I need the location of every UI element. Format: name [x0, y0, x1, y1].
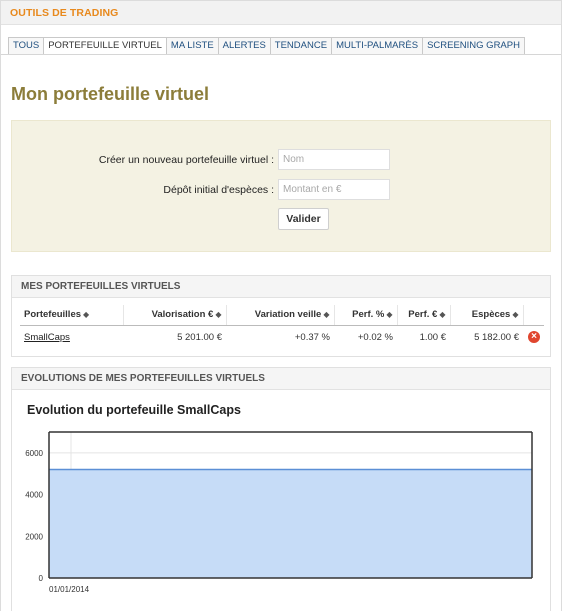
sort-arrows-icon[interactable]: ◆ — [386, 310, 392, 319]
cell-perf-pct: +0.02 % — [357, 331, 393, 343]
evolution-chart: 0 2000 4000 6000 01/01/2014 — [25, 431, 533, 594]
widget-header: OUTILS DE TRADING — [1, 1, 561, 25]
y-tick-label: 4000 — [25, 491, 43, 500]
create-portfolio-form: Créer un nouveau portefeuille virtuel : … — [11, 120, 551, 252]
sort-arrows-icon[interactable]: ◆ — [83, 310, 89, 319]
cell-variation-veille: +0.37 % — [294, 331, 330, 343]
column-header-perf-eur[interactable]: Perf. € ◆ — [397, 305, 451, 326]
portfolios-table: Portefeuilles ◆ Valorisation € ◆ Variation… — [20, 305, 544, 349]
evolution-section-title: EVOLUTIONS DE MES PORTEFEUILLES VIRTUELS — [12, 368, 550, 390]
table-header-row: Portefeuilles ◆ Valorisation € ◆ Variation… — [20, 305, 544, 326]
column-header-actions — [523, 305, 544, 326]
y-tick-label: 0 — [39, 574, 44, 583]
evolution-section: EVOLUTIONS DE MES PORTEFEUILLES VIRTUELS… — [11, 367, 551, 611]
column-header-portefeuilles[interactable]: Portefeuilles ◆ — [20, 305, 124, 326]
column-header-variation-veille[interactable]: Variation veille ◆ — [226, 305, 335, 326]
page-title: Mon portefeuille virtuel — [11, 84, 210, 104]
tab-tous[interactable]: TOUS — [8, 37, 44, 55]
portfolios-section-title: MES PORTEFEUILLES VIRTUELS — [12, 276, 550, 298]
tab-screening-graph[interactable]: SCREENING GRAPH — [422, 37, 525, 55]
cell-especes: 5 182.00 € — [474, 331, 519, 343]
sort-arrows-icon[interactable]: ◆ — [439, 310, 445, 319]
cell-valorisation: 5 201.00 € — [177, 331, 222, 343]
tab-divider — [1, 54, 561, 55]
portfolios-section: MES PORTEFEUILLES VIRTUELS Portefeuilles… — [11, 275, 551, 357]
y-tick-label: 6000 — [25, 449, 43, 458]
chart-title: Evolution du portefeuille SmallCaps — [27, 403, 241, 417]
column-header-perf-pct[interactable]: Perf. % ◆ — [334, 305, 398, 326]
sort-arrows-icon[interactable]: ◆ — [215, 310, 221, 319]
tab-bar: TOUS PORTEFEUILLE VIRTUEL MA LISTE ALERT… — [8, 37, 525, 55]
tab-multi-palmares[interactable]: MULTI-PALMARÈS — [331, 37, 423, 55]
tab-portefeuille-virtuel[interactable]: PORTEFEUILLE VIRTUEL — [43, 37, 166, 55]
delete-icon[interactable]: × — [528, 331, 540, 344]
submit-button[interactable]: Valider — [278, 208, 329, 230]
widget-title: OUTILS DE TRADING — [10, 7, 119, 19]
y-tick-label: 2000 — [25, 532, 43, 541]
tab-ma-liste[interactable]: MA LISTE — [165, 37, 218, 55]
tab-tendance[interactable]: TENDANCE — [269, 37, 332, 55]
portfolio-link[interactable]: SmallCaps — [24, 332, 70, 343]
portfolio-name-label: Créer un nouveau portefeuille virtuel : — [98, 154, 274, 166]
portfolio-name-input[interactable] — [278, 149, 390, 170]
initial-deposit-label: Dépôt initial d'espèces : — [163, 184, 274, 196]
sort-arrows-icon[interactable]: ◆ — [512, 310, 518, 319]
sort-arrows-icon[interactable]: ◆ — [323, 310, 329, 319]
x-tick-label: 01/01/2014 — [49, 585, 90, 594]
initial-deposit-input[interactable] — [278, 179, 390, 200]
series-area — [49, 469, 532, 578]
cell-perf-eur: 1.00 € — [419, 331, 446, 343]
column-header-valorisation[interactable]: Valorisation € ◆ — [123, 305, 227, 326]
tab-alertes[interactable]: ALERTES — [217, 37, 270, 55]
table-row: SmallCaps 5 201.00 € +0.37 % +0.02 % 1.0… — [20, 325, 544, 349]
column-header-especes[interactable]: Espèces ◆ — [450, 305, 524, 326]
